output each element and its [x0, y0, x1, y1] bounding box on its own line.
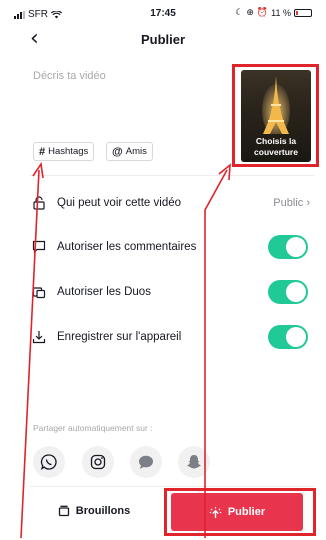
snapchat-icon[interactable]: [178, 446, 210, 478]
divider: [30, 175, 314, 176]
save-label: Enregistrer sur l'appareil: [57, 331, 182, 343]
hashtag-icon: #: [39, 145, 46, 158]
download-icon: [30, 328, 48, 346]
status-bar: SFR 17:45 ☾ ⊕ ⏰ 11 %: [0, 0, 326, 26]
eiffel-tower-image: [262, 76, 290, 134]
moon-icon: ☾: [235, 8, 244, 18]
instagram-icon[interactable]: [82, 446, 114, 478]
battery-percent: 11 %: [271, 8, 291, 18]
comment-icon: [30, 238, 48, 256]
save-toggle[interactable]: [268, 325, 308, 349]
lock-rotation-icon: ⊕: [246, 8, 254, 18]
duets-label: Autoriser les Duos: [57, 286, 151, 298]
cover-label: Choisis la couverture: [254, 136, 298, 157]
save-row: Enregistrer sur l'appareil: [30, 325, 316, 349]
hashtags-button[interactable]: # Hashtags: [33, 142, 95, 161]
messages-icon[interactable]: [130, 446, 162, 478]
battery-icon: [294, 9, 312, 17]
at-icon: @: [112, 145, 123, 158]
drafts-button[interactable]: Brouillons: [28, 490, 160, 532]
comments-toggle[interactable]: [268, 235, 308, 259]
drafts-icon: [58, 505, 69, 517]
publish-icon: [209, 506, 222, 518]
status-right: ☾ ⊕ ⏰ 11 %: [235, 8, 312, 18]
publish-button[interactable]: Publier: [171, 493, 303, 531]
duets-toggle[interactable]: [268, 280, 308, 304]
cover-picker[interactable]: Choisis la couverture: [241, 70, 311, 162]
share-label: Partager automatiquement sur :: [33, 423, 153, 433]
description-input[interactable]: Décris ta vidéo: [33, 70, 106, 82]
comments-row: Autoriser les commentaires: [30, 235, 316, 259]
visibility-label: Qui peut voir cette vidéo: [57, 197, 182, 209]
whatsapp-icon[interactable]: [33, 446, 65, 478]
alarm-icon: ⏰: [256, 8, 269, 18]
duets-row: Autoriser les Duos: [30, 280, 316, 304]
friends-button[interactable]: @ Amis: [106, 142, 153, 161]
duet-icon: [30, 283, 48, 301]
annotation-arrow-hashtags: [20, 161, 44, 539]
drafts-label: Brouillons: [75, 505, 131, 517]
friends-label: Amis: [125, 146, 147, 157]
page-title: Publier: [140, 32, 186, 47]
publish-label: Publier: [227, 506, 266, 518]
comments-label: Autoriser les commentaires: [57, 241, 197, 253]
footer-divider: [30, 486, 314, 487]
annotation-arrow-cover: [204, 163, 231, 538]
hashtags-label: Hashtags: [48, 146, 89, 157]
visibility-row[interactable]: Qui peut voir cette vidéo Public ›: [30, 192, 316, 214]
lock-icon: [30, 194, 48, 212]
visibility-value: Public ›: [273, 197, 310, 209]
nav-bar: ‹ Publier: [0, 26, 326, 54]
